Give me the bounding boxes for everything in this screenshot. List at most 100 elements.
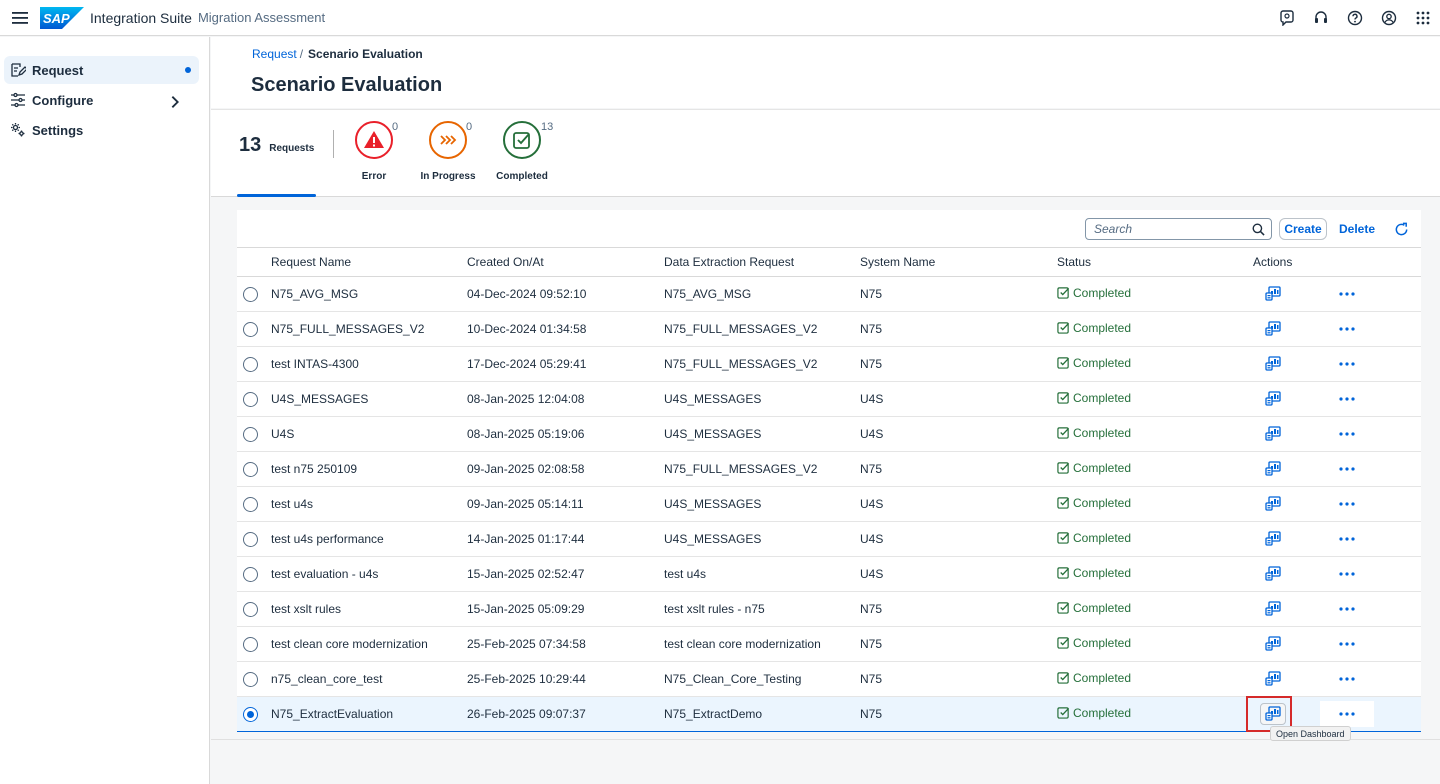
header-data-extraction[interactable]: Data Extraction Request [664, 248, 860, 277]
open-dashboard-button[interactable] [1260, 388, 1286, 410]
cell-created-on: 25-Feb-2025 10:29:44 [467, 672, 586, 686]
table-row[interactable]: test u4s 09-Jan-2025 05:14:11 U4S_MESSAGES… [237, 487, 1421, 522]
open-dashboard-button[interactable] [1260, 633, 1286, 655]
row-radio-button[interactable] [243, 706, 258, 722]
more-actions-button[interactable] [1320, 351, 1374, 377]
sidebar-item-label: Settings [32, 122, 84, 138]
search-icon[interactable] [1252, 223, 1265, 236]
open-dashboard-button[interactable] [1260, 353, 1286, 375]
row-radio-button[interactable] [243, 496, 258, 512]
kpi-completed[interactable]: 13 Completed [482, 121, 562, 182]
status-badge: Completed [1057, 356, 1131, 370]
more-actions-button[interactable] [1320, 596, 1374, 622]
table-row[interactable]: U4S 08-Jan-2025 05:19:06 U4S_MESSAGES U4S Co… [237, 417, 1421, 452]
more-actions-button[interactable] [1320, 701, 1374, 727]
more-actions-button[interactable] [1320, 386, 1374, 412]
row-radio-button[interactable] [243, 286, 258, 302]
header-created-on[interactable]: Created On/At [467, 248, 664, 277]
more-actions-button[interactable] [1320, 631, 1374, 657]
cell-actions [1253, 627, 1421, 662]
row-radio-button[interactable] [243, 426, 258, 442]
sidebar-item-request[interactable]: Request [4, 56, 199, 84]
cell-system-name: U4S [860, 427, 884, 441]
table-row[interactable]: U4S_MESSAGES 08-Jan-2025 12:04:08 U4S_MESS… [237, 382, 1421, 417]
sidebar-item-settings[interactable]: Settings [4, 116, 199, 144]
table-row[interactable]: test n75 250109 09-Jan-2025 02:08:58 N75_F… [237, 452, 1421, 487]
open-dashboard-button[interactable] [1260, 493, 1286, 515]
open-dashboard-button[interactable] [1260, 318, 1286, 340]
open-dashboard-button[interactable] [1260, 668, 1286, 690]
sap-logo[interactable]: SAP [40, 6, 84, 29]
table-row[interactable]: test xslt rules 15-Jan-2025 05:09:29 test … [237, 592, 1421, 627]
table-row[interactable]: test evaluation - u4s 15-Jan-2025 02:52:4… [237, 557, 1421, 592]
grid-icon[interactable] [1406, 0, 1440, 36]
more-actions-button[interactable] [1320, 491, 1374, 517]
kpi-error[interactable]: 0 Error [334, 121, 414, 182]
gears-icon [11, 123, 25, 137]
support-icon[interactable] [1304, 0, 1338, 36]
row-radio-button[interactable] [243, 321, 258, 337]
refresh-button[interactable] [1389, 218, 1413, 240]
more-actions-button[interactable] [1320, 561, 1374, 587]
row-radio-button[interactable] [243, 531, 258, 547]
dashboard-icon [1265, 391, 1281, 406]
table-row[interactable]: n75_clean_core_test 25-Feb-2025 10:29:44 N… [237, 662, 1421, 697]
cell-actions [1253, 277, 1421, 312]
row-radio-button[interactable] [243, 461, 258, 477]
page-title: Scenario Evaluation [251, 74, 443, 96]
cell-system-name: N75 [860, 322, 883, 336]
open-dashboard-button[interactable] [1260, 563, 1286, 585]
menu-icon[interactable] [0, 0, 40, 36]
row-radio-button[interactable] [243, 601, 258, 617]
search-field[interactable] [1085, 218, 1272, 240]
cell-actions [1253, 522, 1421, 557]
header-request-name[interactable]: Request Name [271, 248, 467, 277]
sidebar-item-configure[interactable]: Configure [4, 86, 199, 114]
kpi-total-requests[interactable]: 13 Requests [239, 134, 314, 157]
open-dashboard-button[interactable] [1260, 458, 1286, 480]
row-radio-button[interactable] [243, 356, 258, 372]
header-status[interactable]: Status [1057, 248, 1253, 277]
table-row[interactable]: test clean core modernization 25-Feb-2025… [237, 627, 1421, 662]
feedback-icon[interactable] [1270, 0, 1304, 36]
table-row[interactable]: test u4s performance 14-Jan-2025 01:17:44… [237, 522, 1421, 557]
table-row[interactable]: N75_AVG_MSG 04-Dec-2024 09:52:10 N75_AVG_M… [237, 277, 1421, 312]
cell-created-on: 09-Jan-2025 05:14:11 [467, 497, 584, 511]
more-actions-button[interactable] [1320, 456, 1374, 482]
more-actions-button[interactable] [1320, 421, 1374, 447]
more-actions-button[interactable] [1320, 316, 1374, 342]
more-actions-button[interactable] [1320, 281, 1374, 307]
more-actions-button[interactable] [1320, 666, 1374, 692]
search-input[interactable] [1094, 222, 1244, 236]
user-icon[interactable] [1372, 0, 1406, 36]
row-radio-button[interactable] [243, 636, 258, 652]
row-radio-button[interactable] [243, 671, 258, 687]
cell-actions [1253, 662, 1421, 697]
open-dashboard-button[interactable] [1260, 423, 1286, 445]
table-row[interactable]: N75_FULL_MESSAGES_V2 10-Dec-2024 01:34:58… [237, 312, 1421, 347]
status-text: Completed [1073, 460, 1132, 475]
table-row[interactable]: N75_ExtractEvaluation 26-Feb-2025 09:07:3… [237, 696, 1421, 732]
header-system-name[interactable]: System Name [860, 248, 1057, 277]
breadcrumb-link-request[interactable]: Request [252, 47, 297, 61]
help-icon[interactable] [1338, 0, 1372, 36]
more-actions-button[interactable] [1320, 526, 1374, 552]
open-dashboard-button[interactable] [1260, 528, 1286, 550]
table-row[interactable]: test INTAS-4300 17-Dec-2024 05:29:41 N75_F… [237, 347, 1421, 382]
row-select-cell [237, 382, 271, 417]
row-radio-button[interactable] [243, 566, 258, 582]
kpi-in-progress[interactable]: 0 In Progress [408, 121, 488, 182]
open-dashboard-button[interactable] [1260, 283, 1286, 305]
cell-status: Completed [1057, 277, 1253, 312]
row-radio-button[interactable] [243, 391, 258, 407]
cell-request-name: test u4s [271, 497, 314, 511]
sidebar-item-label: Configure [32, 92, 94, 108]
checkbox-checked-icon [1057, 567, 1070, 579]
breadcrumb: Request / Scenario Evaluation [252, 47, 423, 61]
open-dashboard-button[interactable] [1260, 598, 1286, 620]
checkbox-checked-icon [1057, 672, 1070, 684]
status-text: Completed [1073, 320, 1132, 335]
row-select-cell [237, 347, 271, 382]
create-button[interactable]: Create [1279, 218, 1327, 240]
delete-button[interactable]: Delete [1333, 218, 1381, 240]
